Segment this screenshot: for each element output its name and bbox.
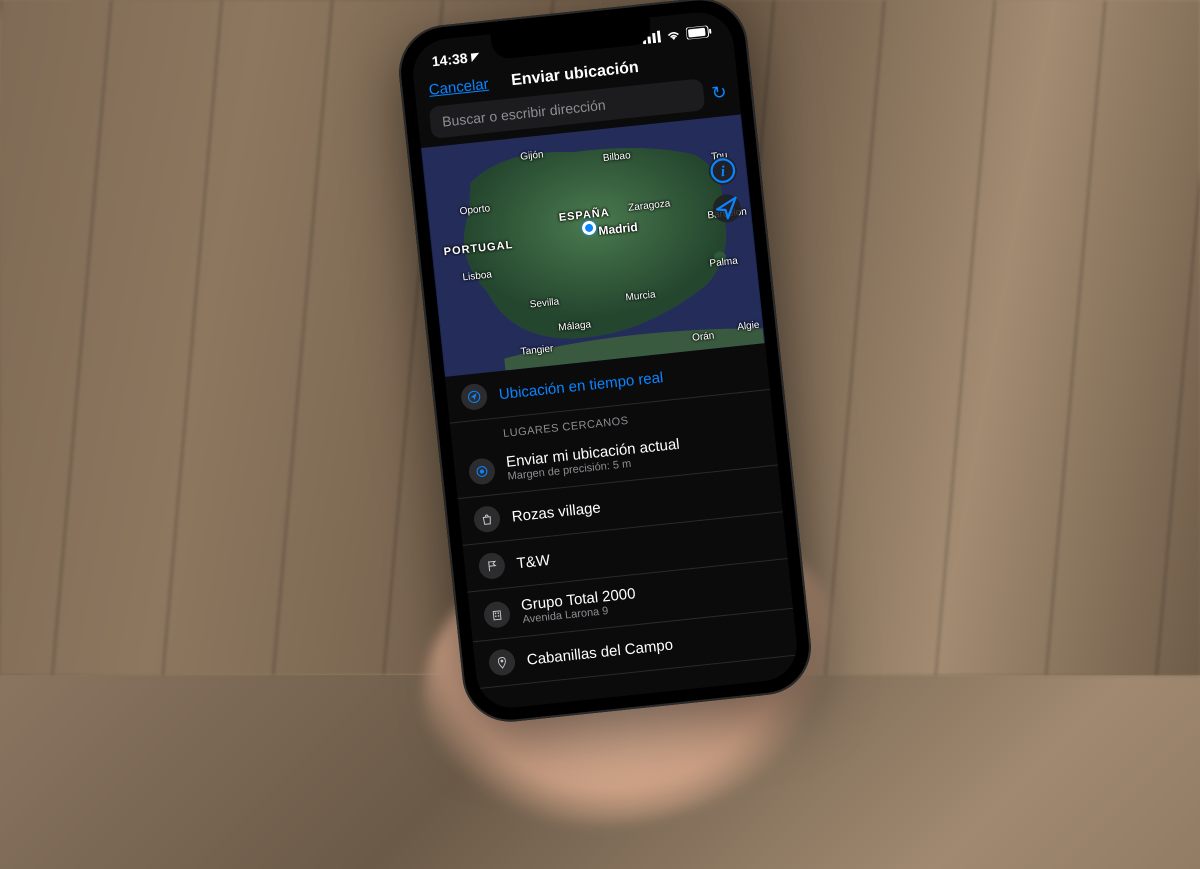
live-location-icon: [460, 383, 489, 412]
refresh-button[interactable]: ↻: [711, 81, 728, 103]
building-icon: [483, 600, 512, 629]
map-locate-button[interactable]: [711, 193, 742, 224]
shopping-bag-icon: [473, 505, 502, 534]
wifi-icon: [665, 27, 683, 45]
target-icon: [468, 457, 497, 486]
location-services-icon: ◤: [471, 51, 480, 63]
page-title: Enviar ubicación: [510, 59, 639, 90]
cancel-button[interactable]: Cancelar: [428, 75, 489, 98]
place-label: Rozas village: [511, 499, 602, 525]
map-view[interactable]: Gijón Bilbao Tou Oporto ESPAÑA Zaragoza …: [421, 114, 765, 376]
status-time: 14:38: [431, 50, 468, 70]
live-location-label: Ubicación en tiempo real: [498, 369, 664, 403]
flag-icon: [478, 552, 507, 581]
map-city-oran: Orán: [692, 330, 715, 343]
place-label: Cabanillas del Campo: [526, 636, 674, 668]
iphone-device: 14:38 ◤ Cancelar Enviar ubicación: [394, 0, 815, 726]
map-city-algie: Algie: [737, 320, 760, 333]
pin-icon: [488, 648, 517, 677]
svg-text:i: i: [720, 163, 727, 180]
battery-icon: [686, 24, 714, 43]
map-info-button[interactable]: i: [707, 155, 738, 186]
phone-screen: 14:38 ◤ Cancelar Enviar ubicación: [410, 9, 800, 711]
place-label: T&W: [516, 551, 551, 571]
